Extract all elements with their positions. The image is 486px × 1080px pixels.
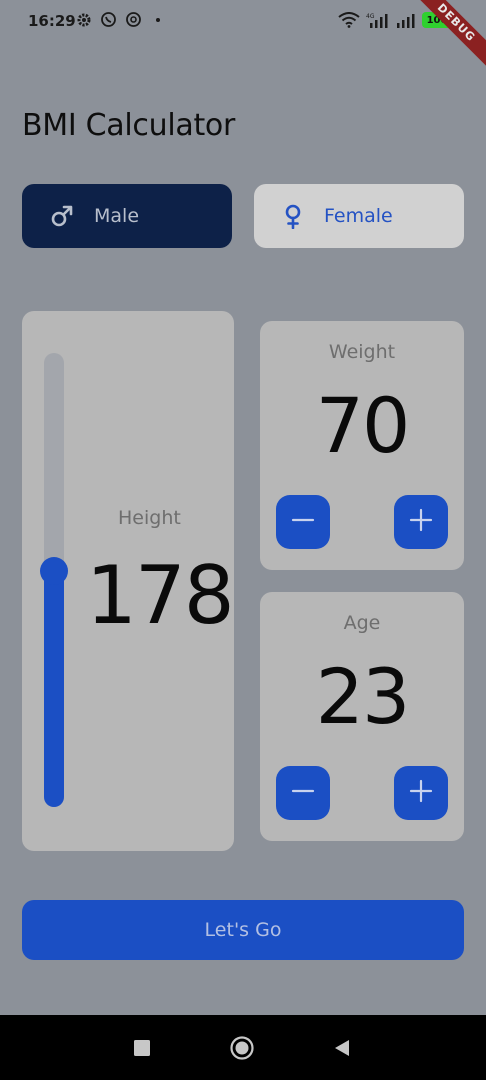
at-sign-icon <box>125 11 142 28</box>
status-time: 16:29 <box>28 12 76 30</box>
page-title: BMI Calculator <box>22 108 235 143</box>
height-slider-fill <box>44 570 64 807</box>
wifi-icon <box>338 12 360 28</box>
height-card: Height 178 <box>22 311 235 851</box>
weight-label: Weight <box>328 341 396 363</box>
settings-gear-icon <box>76 12 92 28</box>
whatsapp-icon <box>100 11 117 28</box>
notification-dot <box>156 17 160 22</box>
home-circle-icon[interactable] <box>229 1035 255 1061</box>
cell-signal-icon <box>396 12 416 28</box>
height-value: 178 <box>86 549 235 642</box>
age-label: Age <box>343 612 381 634</box>
network-type-label: 4G <box>366 13 375 20</box>
male-label: Male <box>94 205 140 227</box>
lets-go-button[interactable]: Let's Go <box>22 900 464 960</box>
recents-square-icon[interactable] <box>129 1035 155 1061</box>
cell-signal-4g-icon: 4G <box>366 12 390 28</box>
female-label: Female <box>324 205 393 227</box>
system-navigation-bar <box>0 1015 486 1080</box>
female-symbol-icon <box>282 203 304 229</box>
age-value: 23 <box>315 652 411 741</box>
weight-increment-button[interactable] <box>394 495 448 549</box>
status-left-icons <box>76 11 160 28</box>
weight-decrement-button[interactable] <box>276 495 330 549</box>
weight-card: Weight 70 <box>260 321 464 570</box>
minus-icon <box>290 507 316 537</box>
male-gender-button[interactable]: Male <box>22 184 232 248</box>
back-triangle-icon[interactable] <box>329 1035 355 1061</box>
weight-value: 70 <box>315 381 411 470</box>
height-slider-thumb[interactable] <box>40 556 68 585</box>
age-decrement-button[interactable] <box>276 766 330 820</box>
male-symbol-icon <box>50 204 74 228</box>
plus-icon <box>408 507 434 537</box>
plus-icon <box>408 778 434 808</box>
status-bar: 16:29 4G 100 <box>0 0 486 46</box>
female-gender-button[interactable]: Female <box>254 184 464 248</box>
height-label: Height <box>118 507 181 529</box>
minus-icon <box>290 778 316 808</box>
age-increment-button[interactable] <box>394 766 448 820</box>
age-card: Age 23 <box>260 592 464 841</box>
